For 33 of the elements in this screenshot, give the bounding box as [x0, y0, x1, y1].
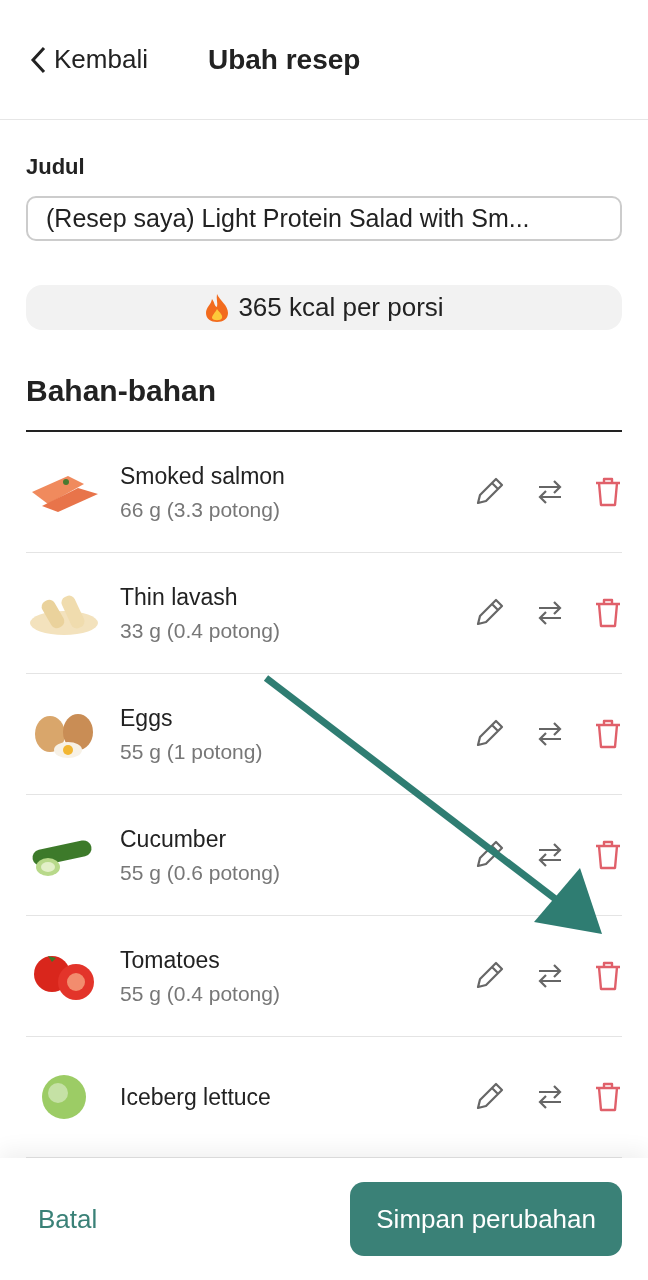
back-button[interactable]: Kembali — [30, 44, 148, 75]
delete-button[interactable] — [594, 839, 622, 871]
title-field[interactable]: (Resep saya) Light Protein Salad with Sm... — [26, 196, 622, 241]
ingredient-name: Tomatoes — [120, 946, 221, 974]
delete-button[interactable] — [594, 960, 622, 992]
flame-icon — [204, 292, 231, 323]
swap-button[interactable] — [536, 720, 564, 748]
calorie-text: 365 kcal per porsi — [238, 292, 444, 323]
page-title: Ubah resep — [207, 43, 361, 76]
swap-button[interactable] — [536, 478, 564, 506]
ingredient-name: Thin lavash — [120, 583, 239, 611]
swap-button[interactable] — [536, 1083, 564, 1111]
ingredient-amount: 66 g (3.3 potong) — [120, 497, 281, 522]
cancel-button[interactable]: Batal — [38, 1203, 98, 1235]
delete-button[interactable] — [594, 718, 622, 750]
delete-button[interactable] — [594, 476, 622, 508]
swap-button[interactable] — [536, 962, 564, 990]
delete-button[interactable] — [594, 597, 622, 629]
field-label: Judul — [26, 154, 86, 180]
ingredient-amount: 33 g (0.4 potong) — [120, 618, 281, 643]
delete-button[interactable] — [594, 1081, 622, 1113]
ingredient-name: Cucumber — [120, 825, 228, 853]
swap-button[interactable] — [536, 599, 564, 627]
chevron-left-icon — [30, 45, 46, 74]
save-button[interactable]: Simpan perubahan — [350, 1182, 622, 1256]
section-heading: Bahan-bahan — [26, 374, 622, 432]
ingredient-amount: 55 g (0.6 potong) — [120, 860, 281, 885]
ingredient-name: Iceberg lettuce — [120, 1083, 272, 1111]
ingredient-amount: 55 g (0.4 potong) — [120, 981, 281, 1006]
ingredient-name: Eggs — [120, 704, 174, 732]
ingredient-name: Smoked salmon — [120, 462, 286, 490]
ingredient-amount: 55 g (1 potong) — [120, 739, 264, 764]
swap-button[interactable] — [536, 841, 564, 869]
